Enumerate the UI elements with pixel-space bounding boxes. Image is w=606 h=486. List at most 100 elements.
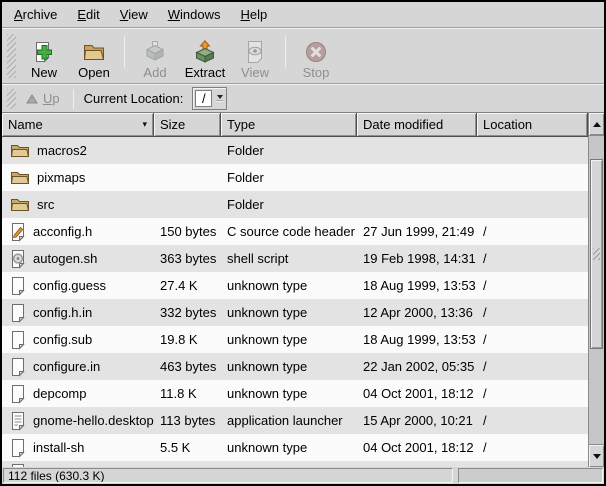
file-type: Folder [221,197,357,212]
file-row[interactable]: pixmaps Folder [2,164,588,191]
document-icon [10,438,26,458]
add-files-icon [143,40,167,64]
file-row[interactable]: macros2Folder [2,137,588,164]
extract-icon [193,40,217,64]
file-rows: macros2Folder pixmapsFolder srcFolder ac… [2,137,588,467]
scrollbar-thumb[interactable] [590,159,603,349]
file-name-cell: configure.in [2,357,154,377]
file-name: acconfig.h [33,224,92,239]
file-date: 15 Apr 2000, 10:21 [357,413,477,428]
view-button: View [230,32,280,80]
file-date: 04 Oct 2001, 18:12 [357,440,477,455]
up-button-label: Up [43,91,60,106]
file-date: 18 Aug 1999, 13:53 [357,332,477,347]
file-size: 363 bytes [154,251,221,266]
file-type: unknown type [221,332,357,347]
column-header-date-modified[interactable]: Date modified [357,113,477,137]
open-button[interactable]: Open [69,32,119,80]
file-name: config.guess [33,278,106,293]
file-name-cell: macros2 [2,143,154,159]
folder-icon [10,197,30,213]
file-row[interactable]: config.sub 19.8 Kunknown type18 Aug 1999,… [2,326,588,353]
open-button-label: Open [78,65,110,80]
file-row-partial[interactable] [2,461,588,467]
file-type: unknown type [221,278,357,293]
up-arrow-icon [26,94,38,104]
file-row[interactable]: autogen.sh363 bytesshell script19 Feb 19… [2,245,588,272]
file-name-cell: config.sub [2,330,154,350]
extract-button[interactable]: Extract [180,32,230,80]
toolbar-grip-handle[interactable] [7,34,16,78]
file-row[interactable]: install-sh5.5 Kunknown type04 Oct 2001, … [2,434,588,461]
status-text: 112 files (630.3 K) [3,468,453,483]
file-name-cell: pixmaps [2,170,154,186]
location-entry[interactable]: / [195,90,212,107]
column-header-label: Date modified [363,117,443,132]
toolbar-separator [285,36,286,68]
location-bar-grip-handle[interactable] [7,89,16,109]
menu-windows[interactable]: Windows [158,3,231,26]
current-location-label: Current Location: [84,91,184,106]
file-row[interactable]: config.guess27.4 Kunknown type18 Aug 199… [2,272,588,299]
file-name: config.sub [33,332,92,347]
file-name-cell [2,461,154,467]
file-name: pixmaps [37,170,85,185]
file-location: / [477,440,588,455]
file-name-cell: depcomp [2,384,154,404]
file-row[interactable]: acconfig.h150 bytesC source code header2… [2,218,588,245]
file-name-cell: autogen.sh [2,249,154,269]
new-button[interactable]: New [19,32,69,80]
file-location: / [477,359,588,374]
document-icon [10,276,26,296]
menu-edit[interactable]: Edit [67,3,109,26]
progress-bar [458,468,603,483]
file-row[interactable]: config.h.in332 bytesunknown type12 Apr 2… [2,299,588,326]
file-size: 113 bytes [154,413,221,428]
scroll-up-button[interactable] [589,113,604,136]
file-type: Folder [221,170,357,185]
file-name: autogen.sh [33,251,97,266]
column-header-label: Name [8,117,43,132]
file-row[interactable]: depcomp11.8 Kunknown type04 Oct 2001, 18… [2,380,588,407]
column-header-name[interactable]: Name▾ [2,113,154,137]
column-header-location[interactable]: Location [477,113,588,137]
scroll-up-arrow-icon [593,122,601,127]
file-name: gnome-hello.desktop [33,413,154,428]
column-header-type[interactable]: Type [221,113,357,137]
file-size: 463 bytes [154,359,221,374]
menu-view[interactable]: View [110,3,158,26]
file-date: 04 Oct 2001, 18:12 [357,386,477,401]
combo-dash [216,100,223,102]
text-document-icon [10,411,26,431]
file-size: 150 bytes [154,224,221,239]
file-size: 19.8 K [154,332,221,347]
file-type: unknown type [221,440,357,455]
file-date: 19 Feb 1998, 14:31 [357,251,477,266]
menu-help[interactable]: Help [230,3,277,26]
file-name-cell: acconfig.h [2,222,154,242]
up-button: Up [19,91,67,106]
column-header-size[interactable]: Size [154,113,221,137]
file-list: Name▾SizeType Date modified Location macro… [2,112,604,467]
column-header-label: Location [483,117,532,132]
location-dropdown-button[interactable] [213,88,226,109]
menu-archive[interactable]: Archive [4,3,67,26]
stop-button-label: Stop [303,65,330,80]
file-type: unknown type [221,359,357,374]
file-row[interactable]: srcFolder [2,191,588,218]
vertical-scrollbar[interactable] [588,113,604,467]
scroll-down-button[interactable] [589,444,604,467]
location-bar: Up Current Location: / [2,84,604,112]
new-button-label: New [31,65,57,80]
file-row[interactable]: gnome-hello.desktop113 bytesapplication … [2,407,588,434]
file-row[interactable]: configure.in463 bytesunknown type22 Jan … [2,353,588,380]
scroll-down-arrow-icon [593,454,601,459]
file-name: macros2 [37,143,87,158]
menubar: ArchiveEditViewWindowsHelp [2,2,604,28]
location-combo[interactable]: / [192,87,227,110]
stop-button: Stop [291,32,341,80]
add-button: Add [130,32,180,80]
file-size: 332 bytes [154,305,221,320]
archive-manager-window: ArchiveEditViewWindowsHelp New Open [0,0,606,486]
document-icon [10,330,26,350]
